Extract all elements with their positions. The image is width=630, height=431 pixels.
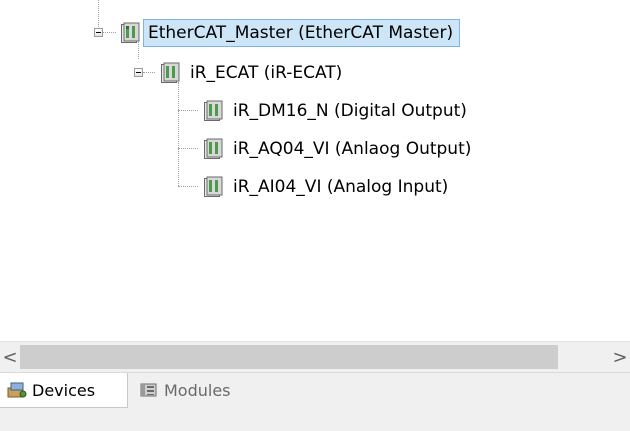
tab-devices[interactable]: Devices	[0, 373, 128, 408]
tree-connector	[178, 110, 198, 111]
tree-node-ir-ecat[interactable]: iR_ECAT (iR-ECAT)	[160, 59, 346, 87]
tree-connector	[178, 186, 198, 187]
tree-node-ir-dm16-n[interactable]: iR_DM16_N (Digital Output)	[203, 97, 471, 125]
scrollbar-thumb[interactable]	[20, 345, 558, 369]
device-icon	[161, 62, 180, 83]
tree-node-ir-aq04-vi[interactable]: iR_AQ04_VI (Anlaog Output)	[203, 135, 475, 163]
tree-node-label: EtherCAT_Master (EtherCAT Master)	[143, 19, 461, 47]
devices-icon	[7, 382, 27, 398]
collapse-toggle-ir-ecat[interactable]	[134, 68, 143, 77]
tree-connector	[178, 82, 179, 186]
bottom-tab-bar: Devices Modules	[0, 372, 630, 431]
tree-node-ir-ai04-vi[interactable]: iR_AI04_VI (Analog Input)	[203, 173, 452, 201]
tree-connector	[178, 148, 198, 149]
scroll-right-button[interactable]: >	[610, 342, 630, 372]
device-icon	[204, 176, 223, 197]
tree-connector	[143, 72, 155, 73]
device-icon	[121, 22, 140, 43]
tree-connector	[98, 0, 99, 27]
tree-node-label: iR_AQ04_VI (Anlaog Output)	[233, 139, 472, 159]
device-icon	[204, 100, 223, 121]
tree-node-ethercat-master[interactable]: EtherCAT_Master (EtherCAT Master)	[120, 19, 461, 47]
tab-label: Devices	[32, 380, 96, 400]
tree-node-label: iR_DM16_N (Digital Output)	[233, 101, 467, 121]
device-icon	[204, 138, 223, 159]
device-tree: EtherCAT_Master (EtherCAT Master) iR_ECA…	[0, 0, 630, 340]
tab-label: Modules	[164, 380, 231, 400]
collapse-toggle-ethercat-master[interactable]	[94, 28, 103, 37]
horizontal-scrollbar[interactable]: < >	[0, 341, 630, 372]
scroll-left-button[interactable]: <	[0, 342, 20, 372]
tree-connector	[103, 32, 116, 33]
modules-icon	[140, 383, 157, 397]
tab-modules[interactable]: Modules	[132, 373, 231, 407]
tree-node-label: iR_ECAT (iR-ECAT)	[190, 63, 343, 83]
tree-node-label: iR_AI04_VI (Analog Input)	[233, 177, 449, 197]
